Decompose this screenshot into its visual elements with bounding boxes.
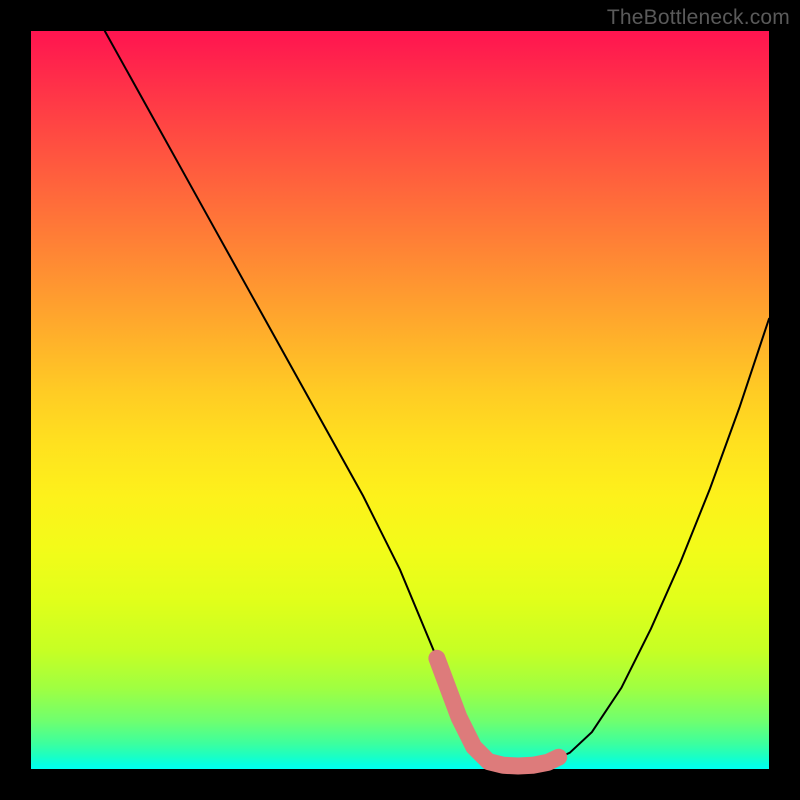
watermark-text: TheBottleneck.com bbox=[607, 6, 790, 30]
chart-frame: TheBottleneck.com bbox=[0, 0, 800, 800]
plot-svg bbox=[31, 31, 769, 769]
plot-area bbox=[31, 31, 769, 769]
bottom-highlight bbox=[437, 658, 559, 766]
